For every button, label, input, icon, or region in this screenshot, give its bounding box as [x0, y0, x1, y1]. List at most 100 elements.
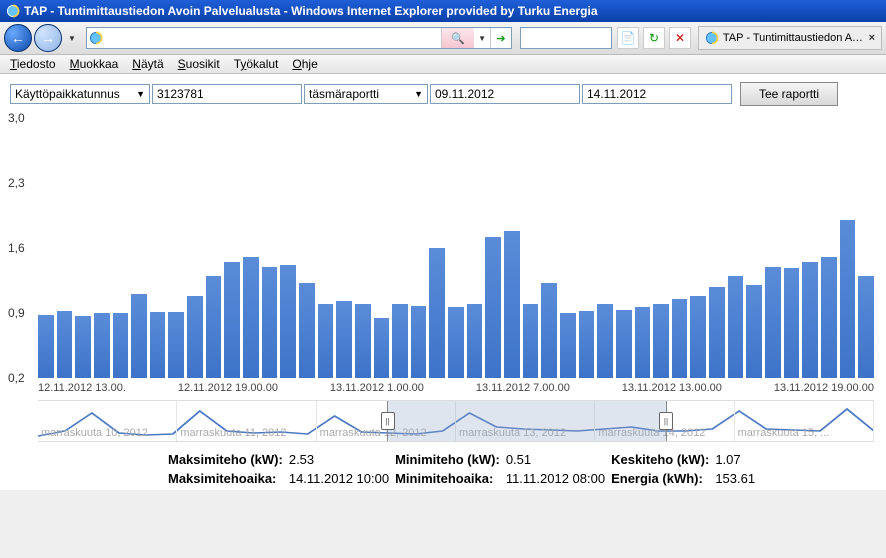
- range-overlay: || ||: [387, 401, 667, 441]
- date-from-input[interactable]: 09.11.2012: [430, 84, 580, 104]
- bar[interactable]: [635, 307, 651, 378]
- nav-history-dropdown[interactable]: ▼: [64, 34, 80, 43]
- menu-muokkaa[interactable]: Muokkaa: [70, 57, 119, 71]
- bar[interactable]: [224, 262, 240, 378]
- bar[interactable]: [560, 313, 576, 378]
- y-tick: 3,0: [8, 111, 25, 125]
- bar[interactable]: [150, 312, 166, 378]
- bar[interactable]: [187, 296, 203, 378]
- bar[interactable]: [57, 311, 73, 378]
- min-kw-value: 0.51: [506, 452, 605, 467]
- run-report-button[interactable]: Tee raportti: [740, 82, 838, 106]
- bar[interactable]: [690, 296, 706, 378]
- bar[interactable]: [94, 313, 110, 378]
- min-kw-label: Minimiteho (kW):: [395, 452, 500, 467]
- bar[interactable]: [429, 248, 445, 378]
- bar[interactable]: [374, 318, 390, 378]
- bar[interactable]: [746, 285, 762, 378]
- report-controls: Käyttöpaikkatunnus ▼ 3123781 täsmäraport…: [0, 74, 886, 114]
- forward-button[interactable]: →: [34, 24, 62, 52]
- chart-area: 3,02,31,60,90,2 12.11.2012 13.00.12.11.2…: [0, 114, 886, 490]
- go-button[interactable]: ➔: [490, 28, 511, 48]
- bar[interactable]: [728, 276, 744, 378]
- back-button[interactable]: ←: [4, 24, 32, 52]
- menu-suosikit[interactable]: Suosikit: [178, 57, 220, 71]
- stop-icon[interactable]: ✕: [669, 27, 691, 49]
- bar[interactable]: [206, 276, 222, 378]
- ie-icon: [89, 31, 103, 45]
- bar[interactable]: [653, 304, 669, 378]
- x-tick: 12.11.2012 19.00.00: [178, 382, 278, 394]
- bar[interactable]: [411, 306, 427, 378]
- search-box[interactable]: [520, 27, 612, 49]
- range-selector[interactable]: marraskuuta 10, 2012marraskuuta 11, 2012…: [38, 400, 874, 442]
- menu-tyokalut[interactable]: Työkalut: [234, 57, 279, 71]
- bar[interactable]: [597, 304, 613, 378]
- bar[interactable]: [821, 257, 837, 378]
- x-tick: 13.11.2012 1.00.00: [330, 382, 424, 394]
- report-type-select[interactable]: täsmäraportti ▼: [304, 84, 428, 104]
- ie-icon: [705, 31, 719, 45]
- x-tick: 13.11.2012 13.00.00: [622, 382, 722, 394]
- compat-icon[interactable]: 📄: [617, 27, 639, 49]
- bar[interactable]: [113, 313, 129, 378]
- menu-tiedosto[interactable]: Tiedosto: [10, 57, 56, 71]
- id-type-select[interactable]: Käyttöpaikkatunnus ▼: [10, 84, 150, 104]
- bar[interactable]: [75, 316, 91, 378]
- bar[interactable]: [467, 304, 483, 378]
- bar[interactable]: [765, 267, 781, 378]
- bar[interactable]: [485, 237, 501, 378]
- bar[interactable]: [168, 312, 184, 378]
- bar[interactable]: [355, 304, 371, 378]
- bar[interactable]: [523, 304, 539, 378]
- bar[interactable]: [784, 268, 800, 378]
- bar[interactable]: [336, 301, 352, 378]
- bar[interactable]: [448, 307, 464, 379]
- min-time-label: Minimitehoaika:: [395, 471, 500, 486]
- run-report-label: Tee raportti: [759, 87, 819, 101]
- bar[interactable]: [318, 304, 334, 378]
- range-day: marraskuuta 15, ...: [735, 401, 874, 441]
- bar[interactable]: [802, 262, 818, 378]
- bar[interactable]: [38, 315, 54, 378]
- menu-ohje[interactable]: Ohje: [292, 57, 317, 71]
- id-input[interactable]: 3123781: [152, 84, 302, 104]
- bar[interactable]: [392, 304, 408, 378]
- chevron-down-icon: ▼: [414, 89, 423, 99]
- report-type-value: täsmäraportti: [309, 87, 379, 101]
- x-tick: 12.11.2012 13.00.: [38, 382, 126, 394]
- bar-chart[interactable]: 3,02,31,60,90,2: [38, 118, 874, 378]
- x-tick: 13.11.2012 19.00.00: [774, 382, 874, 394]
- search-button[interactable]: 🔍: [441, 28, 474, 48]
- bar[interactable]: [280, 265, 296, 378]
- stats-grid: Maksimiteho (kW): 2.53 Minimiteho (kW): …: [168, 452, 874, 486]
- bar[interactable]: [131, 294, 147, 378]
- range-handle-left[interactable]: ||: [381, 412, 395, 430]
- max-time-label: Maksimitehoaika:: [168, 471, 283, 486]
- bar[interactable]: [262, 267, 278, 378]
- range-day: marraskuuta 10, 2012: [38, 401, 177, 441]
- date-to-input[interactable]: 14.11.2012: [582, 84, 732, 104]
- bar[interactable]: [709, 287, 725, 378]
- refresh-icon[interactable]: ↻: [643, 27, 665, 49]
- id-input-value: 3123781: [157, 87, 204, 101]
- address-dropdown[interactable]: ▼: [474, 34, 490, 43]
- bar[interactable]: [541, 283, 557, 378]
- bar[interactable]: [579, 311, 595, 378]
- bar[interactable]: [243, 257, 259, 378]
- browser-menu-bar: Tiedosto Muokkaa Näytä Suosikit Työkalut…: [0, 55, 886, 74]
- bar[interactable]: [840, 220, 856, 378]
- chevron-down-icon: ▼: [136, 89, 145, 99]
- browser-toolbar: ← → ▼ 🔍 ▼ ➔ 📄 ↻ ✕ TAP - Tuntimittaustied…: [0, 22, 886, 55]
- bar[interactable]: [858, 276, 874, 378]
- x-axis-ticks: 12.11.2012 13.00. 12.11.2012 19.00.00 13.1…: [38, 382, 874, 394]
- address-bar[interactable]: 🔍 ▼ ➔: [86, 27, 512, 49]
- bar[interactable]: [672, 299, 688, 378]
- range-handle-right[interactable]: ||: [659, 412, 673, 430]
- menu-nayta[interactable]: Näytä: [132, 57, 163, 71]
- bar[interactable]: [504, 231, 520, 378]
- bar[interactable]: [299, 283, 315, 378]
- browser-tab[interactable]: TAP - Tuntimittaustiedon Av... ×: [698, 26, 882, 50]
- bar[interactable]: [616, 310, 632, 378]
- tab-close-button[interactable]: ×: [869, 32, 875, 44]
